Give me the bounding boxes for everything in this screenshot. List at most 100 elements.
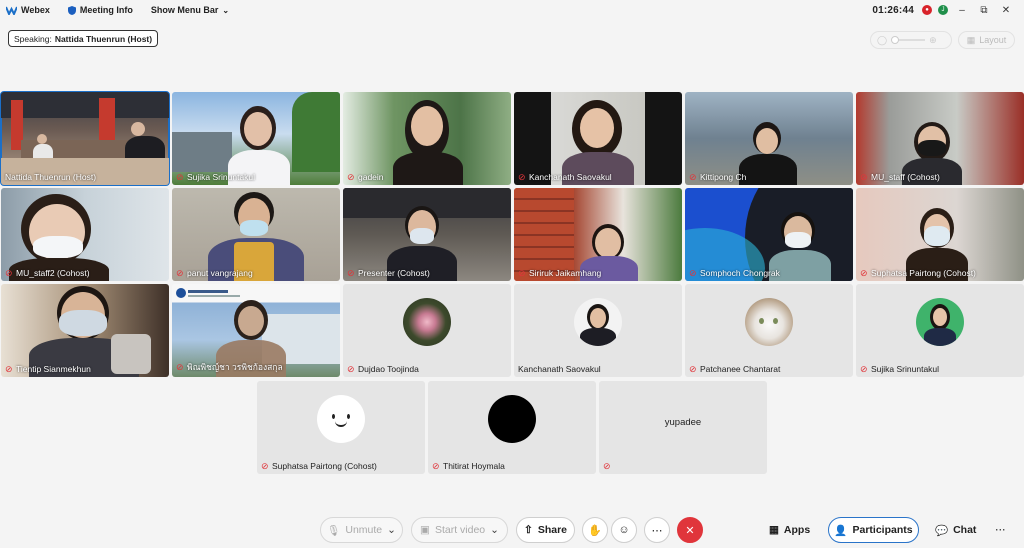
- avatar-tile[interactable]: ⊘ Patchanee Chantarat: [685, 284, 853, 377]
- restore-icon[interactable]: ⧉: [976, 2, 992, 18]
- video-tile[interactable]: ⊘ พิณพิชญ์ชา วรพิชก้องสกุล: [172, 284, 340, 377]
- share-label: Share: [537, 524, 567, 536]
- avatar: [745, 298, 793, 346]
- webex-icon: [6, 6, 17, 15]
- speaking-prefix: Speaking:: [14, 33, 52, 44]
- tile-name: ⊘ Sujika Srinuntakul: [176, 171, 256, 182]
- tile-name: ⊘ Thitirat Hoymala: [432, 460, 505, 471]
- avatar-tile[interactable]: yupadee ⊘: [599, 381, 767, 474]
- mic-off-icon: 🎙: [327, 524, 341, 537]
- chat-button[interactable]: 💬 Chat: [935, 517, 976, 543]
- show-menu-bar-button[interactable]: Show Menu Bar ⌄: [151, 5, 229, 15]
- apps-icon: ▦: [769, 524, 779, 536]
- avatar: [317, 395, 365, 443]
- recording-icon[interactable]: ●: [922, 5, 932, 15]
- tile-name: ⊘ Patchanee Chantarat: [689, 363, 781, 374]
- mic-muted-icon: ⊘: [603, 461, 611, 471]
- tile-name: ⊘ Somphoch Chongrak: [689, 267, 780, 278]
- video-tile[interactable]: ⊘ Siriruk Jaikamhang: [514, 188, 682, 281]
- video-tile[interactable]: ⊘ gadein: [343, 92, 511, 185]
- video-tile[interactable]: ⊘ panut vangrajang: [172, 188, 340, 281]
- tile-name: ⊘ พิณพิชญ์ชา วรพิชก้องสกุล: [176, 361, 283, 372]
- video-tile[interactable]: ⊘ Kanchanath Saovakul: [514, 92, 682, 185]
- mic-muted-icon: ⊘: [689, 267, 697, 278]
- shield-icon: [67, 5, 76, 15]
- close-icon: ✕: [685, 524, 695, 537]
- apps-label: Apps: [783, 524, 811, 536]
- app-name: Webex: [21, 5, 50, 15]
- chat-label: Chat: [953, 524, 977, 536]
- avatar-tile[interactable]: ⊘ Dujdao Toojinda: [343, 284, 511, 377]
- speaking-name: Nattida Thuenrun (Host): [54, 33, 153, 44]
- avatar-tile[interactable]: ⊘ Sujika Srinuntakul: [856, 284, 1024, 377]
- raise-hand-button[interactable]: ✋: [582, 517, 608, 543]
- leave-meeting-button[interactable]: ✕: [677, 517, 703, 543]
- more-icon: ⋯: [995, 524, 1006, 536]
- layout-label: Layout: [979, 35, 1007, 45]
- reactions-button[interactable]: ☺: [611, 517, 637, 543]
- user-avatar[interactable]: J: [938, 5, 948, 15]
- avatar: [916, 298, 964, 346]
- show-menu-label: Show Menu Bar: [150, 5, 219, 15]
- more-panels-button[interactable]: ⋯: [995, 517, 1006, 543]
- tile-name: ⊘ MU_staff (Cohost): [860, 171, 940, 182]
- more-options-button[interactable]: ⋯: [644, 517, 670, 543]
- webex-logo[interactable]: Webex: [6, 5, 50, 15]
- tile-name: ⊘ Suphatsa Pairtong (Cohost): [261, 460, 377, 471]
- share-button[interactable]: ⇧ Share: [516, 517, 575, 543]
- zoom-slider[interactable]: [891, 36, 926, 44]
- zoom-out-icon[interactable]: ◯: [877, 35, 887, 46]
- mic-muted-icon: ⊘: [860, 267, 868, 278]
- minimize-icon[interactable]: –: [954, 2, 970, 18]
- smiley-icon: ☺: [618, 524, 630, 536]
- avatar-tile[interactable]: Kanchanath Saovakul: [514, 284, 682, 377]
- tile-name: ⊘ Kittipong Ch: [689, 171, 747, 182]
- unmute-button[interactable]: 🎙 Unmute ⌄: [320, 517, 403, 543]
- video-tile[interactable]: ⊘ Suphatsa Pairtong (Cohost): [856, 188, 1024, 281]
- title-bar: Webex Meeting Info Show Menu Bar ⌄ 01:26…: [0, 0, 1024, 20]
- zoom-in-icon[interactable]: ⊕: [929, 35, 937, 46]
- video-tile[interactable]: ⊘ Tientip Sianmekhun: [1, 284, 169, 377]
- start-video-button[interactable]: ▣ Start video ⌄: [411, 517, 508, 543]
- zoom-control[interactable]: ◯ ⊕: [870, 31, 952, 49]
- mic-muted-icon: ⊘: [5, 363, 13, 374]
- mic-muted-icon: ⊘: [5, 267, 13, 278]
- tile-name: ⊘ gadein: [347, 171, 384, 182]
- close-icon[interactable]: ✕: [998, 2, 1014, 18]
- chevron-down-icon[interactable]: ⌄: [490, 524, 499, 536]
- mic-muted-icon: ⊘: [261, 460, 269, 471]
- speaking-indicator: Speaking: Nattida Thuenrun (Host): [8, 30, 159, 47]
- video-off-icon: ▣: [420, 524, 430, 536]
- video-tile[interactable]: ⊘ Presenter (Cohost): [343, 188, 511, 281]
- unmute-label: Unmute: [345, 524, 383, 536]
- video-tile[interactable]: Nattida Thuenrun (Host): [0, 91, 170, 186]
- video-tile[interactable]: ⊘ MU_staff2 (Cohost): [1, 188, 169, 281]
- meeting-info-label: Meeting Info: [79, 5, 133, 15]
- avatar: [488, 395, 536, 443]
- person-icon: 👤: [834, 524, 848, 537]
- video-tile[interactable]: ⊘ Somphoch Chongrak: [685, 188, 853, 281]
- avatar-tile[interactable]: ⊘ Thitirat Hoymala: [428, 381, 596, 474]
- tile-name: ⊘ Suphatsa Pairtong (Cohost): [860, 267, 976, 278]
- layout-button[interactable]: ▦ Layout: [958, 31, 1015, 49]
- mic-muted-icon: ⊘: [518, 267, 526, 278]
- avatar-tile[interactable]: ⊘ Suphatsa Pairtong (Cohost): [257, 381, 425, 474]
- mic-muted-icon: ⊘: [689, 171, 697, 182]
- mic-muted-icon: ⊘: [860, 363, 868, 374]
- participants-button[interactable]: 👤 Participants: [828, 517, 919, 543]
- mic-muted-icon: ⊘: [518, 171, 526, 182]
- video-tile[interactable]: ⊘ Kittipong Ch: [685, 92, 853, 185]
- meeting-info-button[interactable]: Meeting Info: [67, 5, 133, 15]
- tile-name: ⊘ Kanchanath Saovakul: [518, 171, 612, 182]
- tile-name: Kanchanath Saovakul: [518, 364, 601, 374]
- start-video-label: Start video: [434, 524, 486, 536]
- chevron-down-icon: ⌄: [222, 5, 230, 15]
- chevron-down-icon[interactable]: ⌄: [387, 524, 396, 536]
- video-tile[interactable]: ⊘ Sujika Srinuntakul: [172, 92, 340, 185]
- tile-name: ⊘ Sujika Srinuntakul: [860, 363, 940, 374]
- mic-muted-icon: ⊘: [689, 363, 697, 374]
- video-tile[interactable]: ⊘ MU_staff (Cohost): [856, 92, 1024, 185]
- tile-name: Nattida Thuenrun (Host): [5, 172, 97, 182]
- chat-icon: 💬: [935, 524, 949, 537]
- apps-button[interactable]: ▦ Apps: [769, 517, 810, 543]
